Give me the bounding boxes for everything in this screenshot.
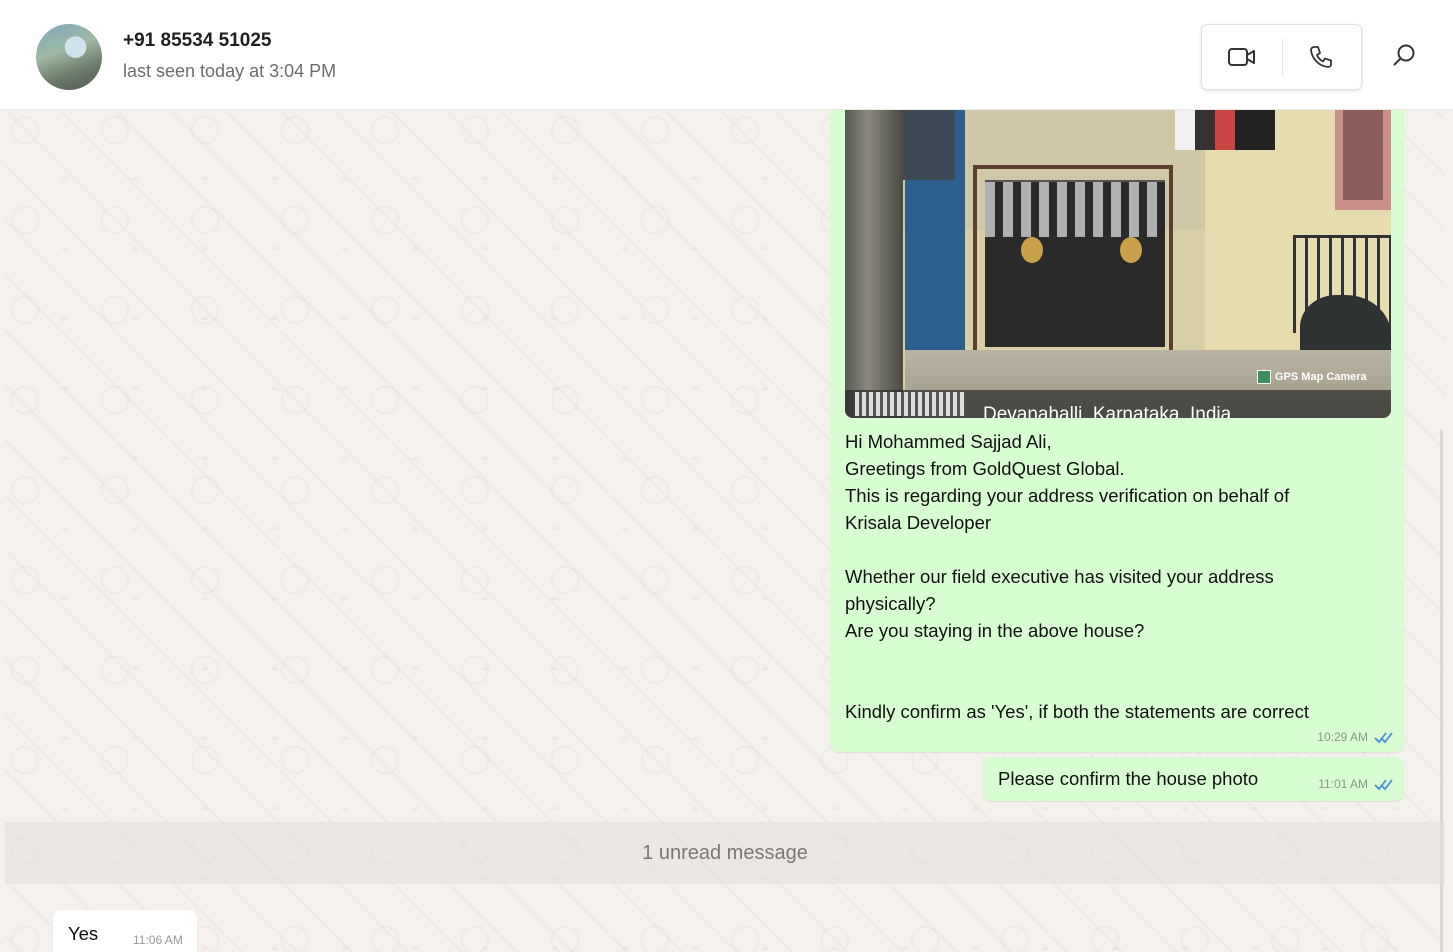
last-seen-status: last seen today at 3:04 PM — [123, 61, 337, 81]
photo-pillar — [845, 110, 903, 418]
message-text: Please confirm the house photo — [998, 768, 1259, 789]
message-line — [845, 536, 1385, 563]
photo-window-right — [1335, 110, 1391, 210]
message-timestamp: 11:01 AM — [1318, 777, 1368, 791]
search-button[interactable] — [1383, 36, 1425, 76]
message-line: Whether our field executive has visited … — [845, 566, 1274, 587]
gps-camera-label: GPS Map Camera — [1275, 371, 1367, 383]
search-icon — [1393, 44, 1415, 66]
chat-header: +91 85534 51025 last seen today at 3:04 … — [0, 0, 1453, 110]
message-timestamp: 11:06 AM — [133, 933, 183, 947]
video-call-button[interactable] — [1202, 25, 1282, 89]
message-line: This is regarding your address verificat… — [845, 485, 1290, 506]
message-line: Kindly confirm as 'Yes', if both the sta… — [845, 701, 1309, 722]
photo-gate-ornament — [1021, 237, 1043, 263]
photo-minimap — [855, 392, 965, 416]
double-tick-read-icon — [1374, 732, 1393, 744]
photo-gate-ornament — [1120, 237, 1142, 263]
message-text: Hi Mohammed Sajjad Ali, Greetings from G… — [845, 428, 1385, 725]
voice-call-icon — [1310, 46, 1333, 68]
contact-name[interactable]: +91 85534 51025 — [123, 30, 271, 52]
outgoing-image-message[interactable]: GPS Map Camera Devanahalli, Karnataka, I… — [830, 110, 1404, 752]
unread-count-label: 1 unread message — [642, 841, 808, 864]
house-photo[interactable]: GPS Map Camera Devanahalli, Karnataka, I… — [845, 110, 1391, 418]
photo-location-caption: Devanahalli, Karnataka, India — [983, 404, 1232, 418]
outgoing-text-message[interactable]: Please confirm the house photo 11:01 AM — [983, 757, 1404, 801]
photo-info-strip: Devanahalli, Karnataka, India — [845, 390, 1391, 418]
double-tick-read-icon — [1374, 779, 1393, 791]
message-line: Hi Mohammed Sajjad Ali, — [845, 431, 1052, 452]
map-icon — [1257, 370, 1271, 384]
message-line: physically? — [845, 593, 936, 614]
message-text: Yes — [68, 923, 99, 944]
message-timestamp: 10:29 AM — [1317, 730, 1368, 744]
unread-messages-divider: 1 unread message — [5, 822, 1445, 884]
photo-gate — [985, 180, 1165, 347]
gps-camera-badge: GPS Map Camera — [1257, 370, 1367, 384]
message-line: Greetings from GoldQuest Global. — [845, 458, 1125, 479]
video-call-icon — [1227, 48, 1255, 66]
photo-clothes — [1175, 110, 1275, 150]
contact-avatar[interactable] — [36, 24, 102, 90]
message-line — [845, 644, 1385, 671]
message-line: Are you staying in the above house? — [845, 620, 1145, 641]
message-line — [845, 671, 1385, 698]
incoming-text-message[interactable]: Yes 11:06 AM — [53, 910, 197, 952]
call-button-group — [1201, 24, 1362, 90]
voice-call-button[interactable] — [1281, 25, 1362, 89]
message-line: Krisala Developer — [845, 512, 992, 533]
photo-window — [895, 110, 955, 180]
